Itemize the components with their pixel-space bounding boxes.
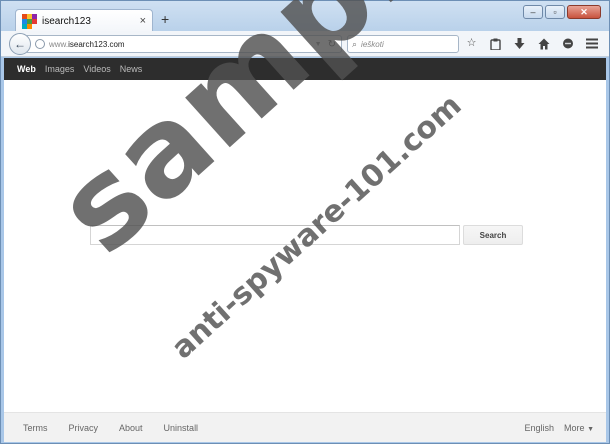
chat-icon[interactable] bbox=[561, 37, 574, 50]
search-nav-bar: Web Images Videos News bbox=[4, 58, 606, 80]
clipboard-icon[interactable] bbox=[489, 37, 502, 50]
url-dropdown-icon[interactable]: ▼ bbox=[315, 41, 322, 48]
minimize-button[interactable]: – bbox=[523, 5, 543, 19]
search-form: Search bbox=[90, 225, 523, 245]
url-domain: isearch123.com bbox=[68, 39, 125, 49]
nav-news[interactable]: News bbox=[120, 64, 143, 74]
back-button[interactable]: ← bbox=[9, 33, 31, 55]
search-input[interactable] bbox=[90, 225, 460, 245]
window-controls: – ▫ ✕ bbox=[523, 5, 601, 19]
nav-web[interactable]: Web bbox=[17, 64, 36, 74]
reload-icon[interactable]: ↻ bbox=[328, 39, 336, 50]
search-button[interactable]: Search bbox=[463, 225, 523, 245]
browser-window: isearch123 × + – ▫ ✕ www.isearch123.com … bbox=[0, 0, 610, 444]
url-text[interactable]: www.isearch123.com bbox=[49, 40, 315, 49]
new-tab-icon[interactable]: + bbox=[161, 12, 169, 26]
home-icon[interactable] bbox=[537, 37, 550, 50]
navigation-toolbar: www.isearch123.com ▼ ↻ ← ⌕ ieškoti ☆ bbox=[1, 31, 609, 57]
page-viewport: Web Images Videos News Search Terms Priv… bbox=[4, 58, 606, 442]
footer-more-link[interactable]: More ▼ bbox=[564, 423, 594, 433]
page-footer: Terms Privacy About Uninstall English Mo… bbox=[4, 412, 606, 442]
nav-videos[interactable]: Videos bbox=[83, 64, 110, 74]
magnifier-icon: ⌕ bbox=[352, 38, 358, 49]
footer-more-label: More bbox=[564, 423, 585, 433]
browser-search-placeholder: ieškoti bbox=[361, 39, 384, 49]
toolbar-icons: ☆ bbox=[465, 37, 598, 50]
url-bar[interactable]: www.isearch123.com ▼ ↻ bbox=[27, 35, 342, 53]
close-window-button[interactable]: ✕ bbox=[567, 5, 601, 19]
globe-icon bbox=[35, 39, 45, 49]
nav-images[interactable]: Images bbox=[45, 64, 75, 74]
footer-uninstall-link[interactable]: Uninstall bbox=[164, 423, 199, 433]
url-prefix: www. bbox=[49, 39, 69, 49]
footer-about-link[interactable]: About bbox=[119, 423, 143, 433]
tab-title: isearch123 bbox=[42, 15, 91, 27]
caret-down-icon: ▼ bbox=[587, 426, 594, 433]
favicon-icon bbox=[22, 14, 37, 29]
star-icon[interactable]: ☆ bbox=[465, 37, 478, 50]
tab-close-icon[interactable]: × bbox=[140, 15, 146, 27]
download-icon[interactable] bbox=[513, 37, 526, 50]
footer-privacy-link[interactable]: Privacy bbox=[69, 423, 99, 433]
maximize-button[interactable]: ▫ bbox=[545, 5, 565, 19]
browser-tab[interactable]: isearch123 × bbox=[15, 9, 153, 32]
footer-language-link[interactable]: English bbox=[525, 423, 555, 433]
footer-right: English More ▼ bbox=[525, 423, 595, 433]
menu-icon[interactable] bbox=[585, 37, 598, 50]
title-bar: isearch123 × + – ▫ ✕ bbox=[1, 1, 609, 32]
footer-links: Terms Privacy About Uninstall bbox=[23, 423, 198, 433]
browser-search-box[interactable]: ⌕ ieškoti bbox=[347, 35, 459, 53]
footer-terms-link[interactable]: Terms bbox=[23, 423, 48, 433]
